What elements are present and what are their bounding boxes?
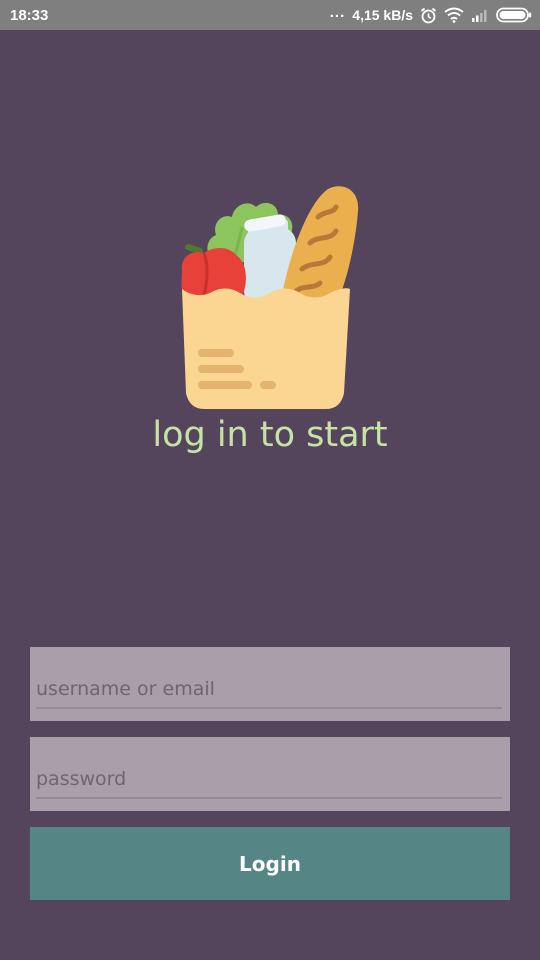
login-button[interactable]: Login [30, 827, 510, 900]
username-input[interactable] [36, 671, 502, 709]
status-indicators: ... 4,15 kB/s [330, 0, 532, 30]
wifi-icon [444, 7, 464, 23]
battery-icon [496, 7, 532, 23]
alarm-icon [420, 7, 437, 24]
signal-icon [471, 8, 489, 22]
tagline-text: log in to start [152, 415, 388, 455]
status-time: 18:33 [10, 7, 49, 24]
username-field-container[interactable] [30, 647, 510, 721]
password-input[interactable] [36, 761, 502, 799]
grocery-bag-icon [178, 183, 362, 413]
notification-dots: ... [329, 3, 346, 21]
password-field-container[interactable] [30, 737, 510, 811]
login-screen: 18:33 ... 4,15 kB/s log in to start user… [0, 0, 540, 960]
status-bar: 18:33 ... 4,15 kB/s [0, 0, 540, 30]
network-speed: 4,15 kB/s [352, 7, 413, 23]
